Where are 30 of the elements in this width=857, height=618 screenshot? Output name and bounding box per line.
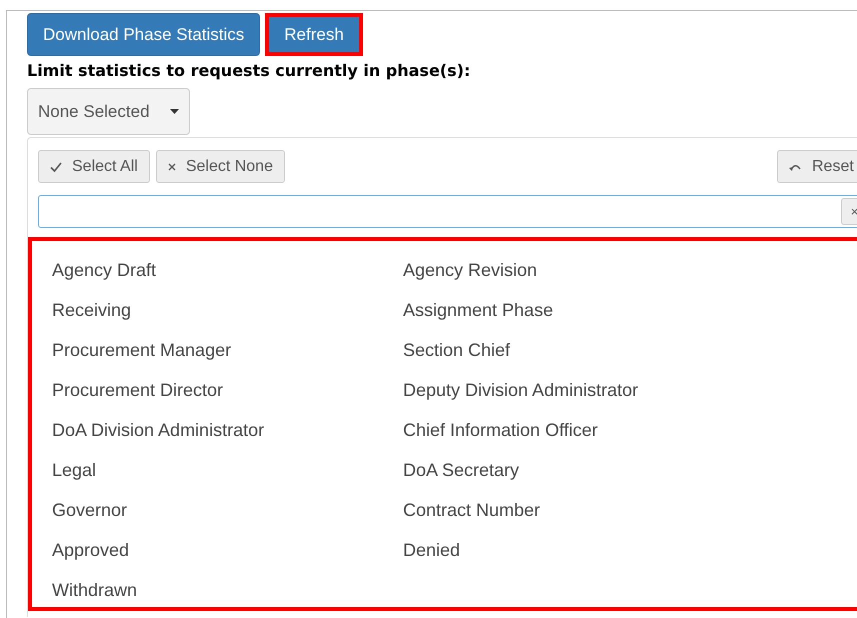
phase-option[interactable]: Contract Number xyxy=(403,499,857,522)
phase-option[interactable]: Governor xyxy=(52,499,403,522)
phase-option[interactable]: DoA Secretary xyxy=(403,459,857,482)
select-none-button[interactable]: Select None xyxy=(156,150,285,183)
search-field[interactable]: × xyxy=(38,195,857,228)
phase-option[interactable]: Approved xyxy=(52,539,403,562)
caret-icon xyxy=(170,109,179,114)
check-icon xyxy=(50,160,62,172)
phase-dropdown[interactable]: None Selected xyxy=(27,88,190,135)
undo-icon xyxy=(789,162,802,171)
phase-option[interactable]: Legal xyxy=(52,459,403,482)
refresh-button[interactable]: Refresh xyxy=(265,13,363,56)
phase-option[interactable]: Agency Draft xyxy=(52,259,403,282)
select-all-button[interactable]: Select All xyxy=(38,150,150,183)
phase-option[interactable]: Deputy Division Administrator xyxy=(403,379,857,402)
phase-option[interactable]: Agency Revision xyxy=(403,259,857,282)
phase-option[interactable]: Receiving xyxy=(52,299,403,322)
phase-option[interactable]: Procurement Director xyxy=(52,379,403,402)
reset-button[interactable]: Reset xyxy=(777,150,857,183)
phase-option[interactable]: Section Chief xyxy=(403,339,857,362)
filter-label: Limit statistics to requests currently in phase(s): xyxy=(27,61,472,81)
close-icon xyxy=(168,162,176,170)
phase-option[interactable]: Chief Information Officer xyxy=(403,419,857,442)
clear-button[interactable]: × xyxy=(841,198,857,225)
phase-option[interactable]: Assignment Phase xyxy=(403,299,857,322)
phase-option[interactable]: Withdrawn xyxy=(52,579,403,602)
phase-option[interactable]: DoA Division Administrator xyxy=(52,419,403,442)
phase-option[interactable]: Denied xyxy=(403,539,857,562)
download-button[interactable]: Download Phase Statistics xyxy=(27,13,260,56)
phase-option[interactable]: Procurement Manager xyxy=(52,339,403,362)
